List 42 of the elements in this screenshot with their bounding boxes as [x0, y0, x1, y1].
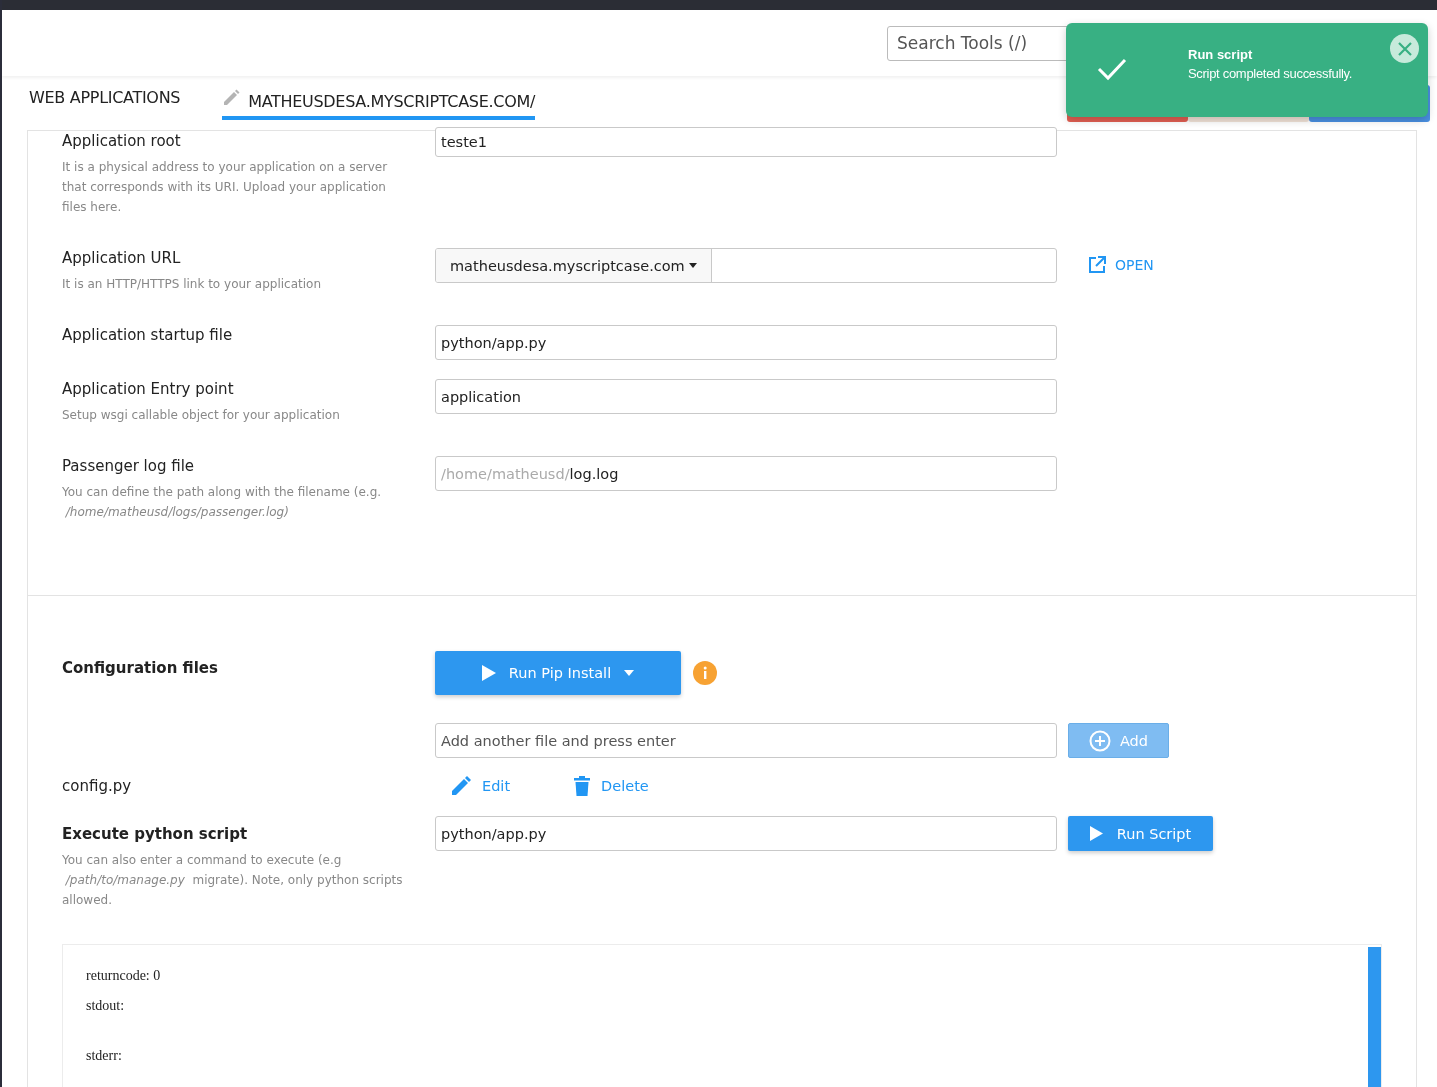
tab[interactable]: WEB APPLICATIONS — [29, 76, 181, 108]
toast-title: Run script — [1188, 46, 1254, 64]
field-label: Passenger log file — [62, 456, 196, 476]
field-label: Application Entry point — [62, 379, 235, 399]
help-text: You can define the path along with the filename (e.g. /home/matheusd/logs/passenger.log) — [62, 484, 383, 521]
help-text: Setup wsgi callable object for your application — [62, 407, 341, 424]
pencil-icon — [451, 776, 471, 796]
caret-down-icon — [688, 263, 697, 268]
info-icon — [693, 661, 717, 685]
play-icon — [481, 665, 496, 681]
trash-icon — [574, 776, 591, 796]
help-text: You can also enter a command to execute (e.g /path/to/manage.py migrate). Note, only python scripts allowed. — [62, 852, 404, 909]
output-line: stderr: — [86, 1047, 123, 1065]
plus-circle-icon — [1088, 729, 1111, 752]
pencil-icon — [222, 89, 241, 107]
field-label: Application startup file — [62, 325, 234, 345]
input-field[interactable]: teste1 — [435, 127, 1057, 157]
help-text: It is an HTTP/HTTPS link to your application — [62, 276, 322, 293]
url-field[interactable]: matheusdesa.myscriptcase.com — [435, 248, 1057, 283]
input-field[interactable]: /home/matheusd/log.log — [435, 456, 1057, 491]
close-icon — [1397, 41, 1412, 56]
close-button[interactable] — [1390, 34, 1419, 63]
field-label: Application root — [62, 131, 182, 151]
checkmark-icon — [1097, 57, 1127, 81]
help-text: It is a physical address to your application on a server that corresponds with its URI. Upload your application files here. — [62, 159, 389, 216]
tab[interactable]: MATHEUSDESA.MYSCRIPTCASE.COM/ — [222, 76, 536, 120]
output-line: returncode: 0 — [86, 967, 162, 985]
external-link-icon — [1088, 256, 1106, 274]
section-title: Execute python script — [62, 824, 249, 844]
scrollbar[interactable] — [1368, 947, 1381, 1087]
field-label: Application URL — [62, 248, 182, 268]
input-field[interactable]: application — [435, 379, 1057, 414]
domain-dropdown[interactable]: matheusdesa.myscriptcase.com — [436, 249, 712, 282]
input-field[interactable]: python/app.py — [435, 325, 1057, 360]
output-line: stdout: — [86, 997, 126, 1015]
file-name: config.py — [62, 777, 133, 795]
section-title: Configuration files — [62, 658, 219, 678]
play-icon — [1089, 826, 1103, 841]
toast-message: Script completed successfully. — [1188, 65, 1353, 83]
add-file-field[interactable]: Add another file and press enter — [435, 723, 1057, 758]
input-field[interactable]: python/app.py — [435, 816, 1057, 851]
caret-down-icon — [624, 670, 635, 676]
